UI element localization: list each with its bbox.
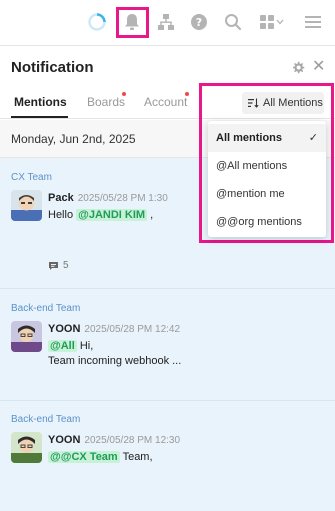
timestamp: 2025/05/28 PM 12:42 [84, 324, 181, 335]
org-chart-icon[interactable] [155, 11, 177, 33]
checkmark-icon: ✓ [308, 132, 318, 144]
team-label: Back-end Team [11, 303, 81, 314]
tab-account-badge-dot [185, 92, 189, 96]
author-name: Pack 2025/05/28 PM 1:30 [48, 192, 168, 204]
tab-boards-badge-dot [122, 92, 126, 96]
message-text: Hello @JANDI KIM , [48, 209, 154, 221]
filter-option-all-mentions[interactable]: All mentions ✓ [208, 124, 326, 152]
close-icon[interactable]: ✕ [312, 59, 325, 75]
search-icon[interactable] [222, 11, 244, 33]
panel-title: Notification [11, 59, 94, 76]
filter-option-org-mentions[interactable]: @@org mentions [208, 208, 326, 236]
chevron-down-icon[interactable] [274, 11, 286, 33]
active-tab-indicator [11, 116, 68, 118]
panel-header: Notification ✕ [0, 46, 335, 86]
notification-item[interactable]: Back-end Team YOON 2025/05/28 PM 12:42 @A… [0, 289, 335, 401]
timestamp: 2025/05/28 PM 1:30 [77, 193, 168, 204]
top-toolbar: ? [0, 0, 335, 46]
avatar[interactable] [11, 432, 42, 463]
svg-text:?: ? [196, 16, 202, 29]
avatar[interactable] [11, 321, 42, 352]
notification-item[interactable]: Back-end Team YOON 2025/05/28 PM 12:30 @@… [0, 401, 335, 511]
tab-boards[interactable]: Boards [87, 95, 125, 109]
author-name: YOON 2025/05/28 PM 12:30 [48, 434, 181, 446]
timestamp: 2025/05/28 PM 12:30 [84, 435, 181, 446]
author-name: YOON 2025/05/28 PM 12:42 [48, 323, 181, 335]
avatar[interactable] [11, 190, 42, 221]
tab-mentions[interactable]: Mentions [14, 95, 67, 109]
tab-account[interactable]: Account [144, 95, 187, 109]
message-text: @@CX Team Team, [48, 451, 153, 463]
help-icon[interactable]: ? [188, 11, 210, 33]
team-label: CX Team [11, 172, 52, 183]
mention-filter-dropdown: All mentions ✓ @All mentions @mention me… [208, 121, 326, 237]
team-label: Back-end Team [11, 414, 81, 425]
mention-tag[interactable]: @@CX Team [48, 451, 120, 463]
comment-count[interactable]: 5 [48, 260, 69, 271]
loading-ring-icon [86, 11, 108, 33]
hamburger-menu-icon[interactable] [302, 11, 324, 33]
mention-tag[interactable]: @JANDI KIM [76, 209, 148, 221]
gear-icon[interactable] [291, 61, 305, 80]
date-label: Monday, Jun 2nd, 2025 [11, 132, 136, 146]
comment-icon [49, 261, 58, 270]
bell-highlight-frame [116, 7, 149, 38]
filter-option-mention-me[interactable]: @mention me [208, 180, 326, 208]
filter-option-at-all-mentions[interactable]: @All mentions [208, 152, 326, 180]
message-text: @All Hi, Team incoming webhook ... [48, 340, 182, 367]
mention-tag[interactable]: @All [48, 340, 77, 352]
